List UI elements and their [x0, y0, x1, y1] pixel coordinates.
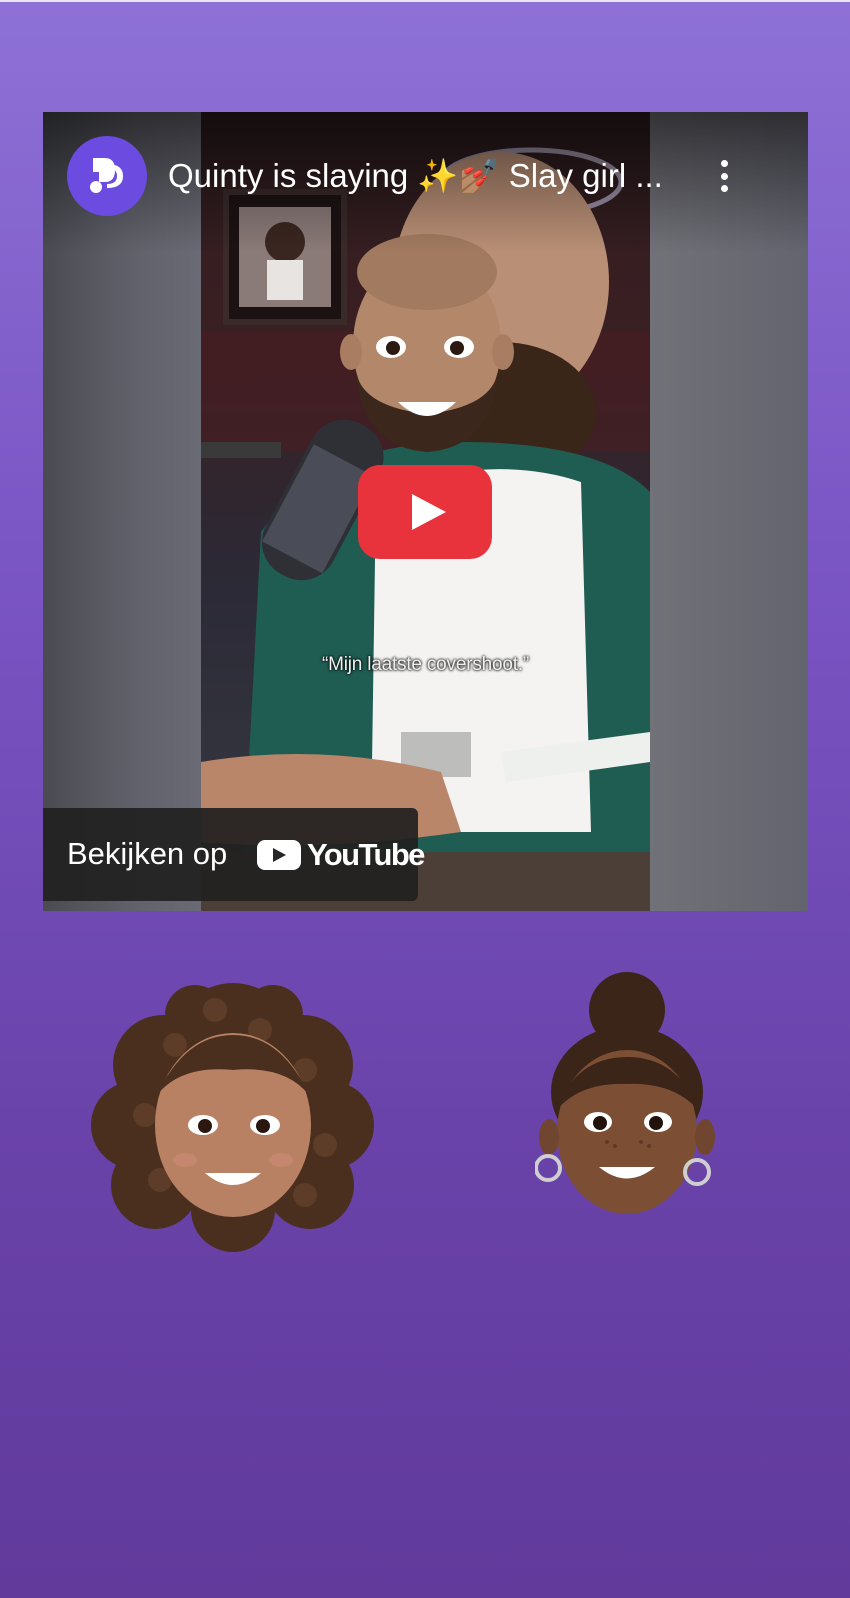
channel-logo-icon[interactable] [67, 136, 147, 216]
more-vert-icon[interactable] [711, 156, 737, 196]
youtube-embed-player[interactable]: Quinty is slaying ✨💅🏽 Slay girl ... “Mij… [43, 112, 808, 911]
hair-bun-memoji-image [535, 972, 715, 1214]
top-border [0, 0, 850, 2]
play-button[interactable] [358, 465, 492, 559]
play-icon [412, 494, 446, 530]
youtube-logo-icon: YouTube [257, 837, 425, 873]
youtube-wordmark: YouTube [307, 837, 425, 872]
video-title[interactable]: Quinty is slaying ✨💅🏽 Slay girl ... [168, 154, 683, 198]
watch-on-label: Bekijken op [67, 836, 228, 871]
watch-on-youtube-button[interactable]: Bekijken op YouTube [43, 808, 425, 901]
video-caption: “Mijn laatste covershoot.” [321, 654, 530, 675]
curly-hair-memoji-image [91, 983, 374, 1252]
